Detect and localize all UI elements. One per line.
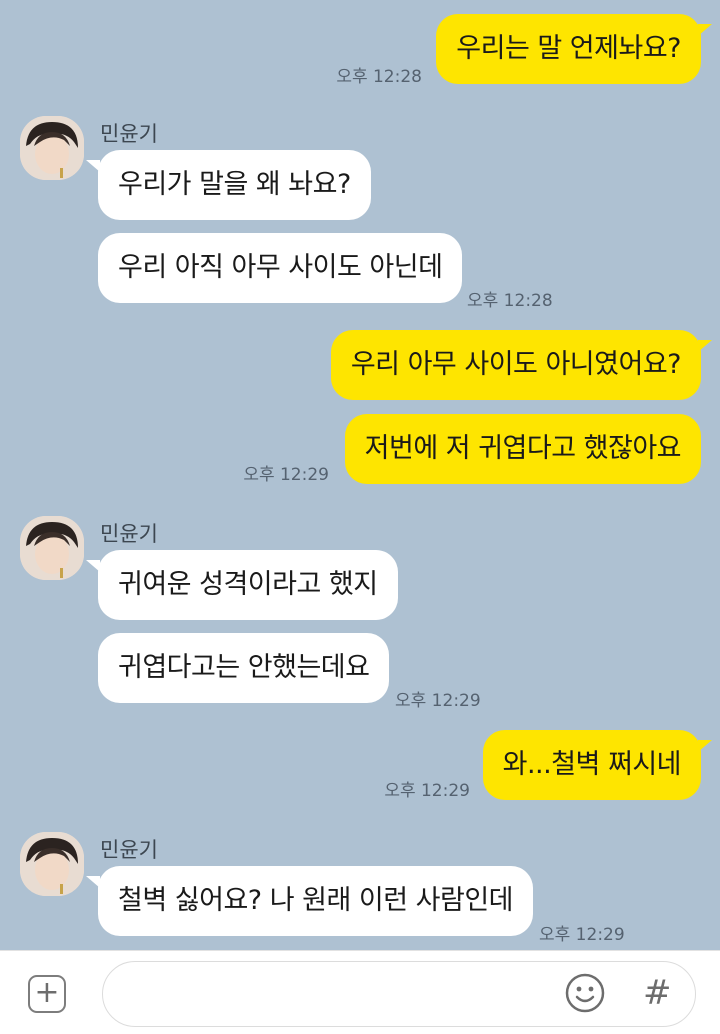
bubble-tail xyxy=(698,740,712,752)
incoming-message[interactable]: 귀여운 성격이라고 했지 xyxy=(98,550,398,620)
incoming-message[interactable]: 우리가 말을 왜 놔요? xyxy=(98,150,371,220)
plus-square-icon[interactable]: + xyxy=(28,975,66,1013)
outgoing-message[interactable]: 우리 아무 사이도 아니였어요? xyxy=(330,330,701,400)
bubble-tail xyxy=(698,24,712,36)
message-composer: + xyxy=(0,950,720,1034)
message-time: 오후 12:29 xyxy=(539,925,625,945)
avatar[interactable] xyxy=(20,516,84,580)
bubble-tail xyxy=(86,876,100,888)
outgoing-message[interactable]: 우리는 말 언제놔요? xyxy=(436,14,701,84)
bubble-tail xyxy=(86,160,100,172)
message-time: 오후 12:28 xyxy=(336,67,422,87)
message-time: 오후 12:28 xyxy=(467,291,553,311)
hash-icon[interactable]: # xyxy=(643,972,672,1014)
sender-name: 민윤기 xyxy=(100,122,158,146)
bubble-tail xyxy=(698,340,712,352)
incoming-message[interactable]: 우리 아직 아무 사이도 아닌데 xyxy=(98,233,463,303)
bubble-tail xyxy=(86,560,100,572)
smiley-icon[interactable] xyxy=(564,972,606,1014)
message-input[interactable] xyxy=(102,961,696,1027)
outgoing-message[interactable]: 저번에 저 귀엽다고 했잖아요 xyxy=(344,414,701,484)
sender-name: 민윤기 xyxy=(100,838,158,862)
message-time: 오후 12:29 xyxy=(243,465,329,485)
message-time: 오후 12:29 xyxy=(384,781,470,801)
incoming-message[interactable]: 철벽 싫어요? 나 원래 이런 사람인데 xyxy=(98,866,534,936)
sender-name: 민윤기 xyxy=(100,522,158,546)
message-time: 오후 12:29 xyxy=(395,691,481,711)
chat-area[interactable]: 우리는 말 언제놔요? 오후 12:28 민윤기 우리가 말을 왜 놔요? 우리… xyxy=(0,0,720,950)
avatar[interactable] xyxy=(20,116,84,180)
outgoing-message[interactable]: 와...철벽 쩌시네 xyxy=(482,730,701,800)
incoming-message[interactable]: 귀엽다고는 안했는데요 xyxy=(98,633,390,703)
avatar[interactable] xyxy=(20,832,84,896)
